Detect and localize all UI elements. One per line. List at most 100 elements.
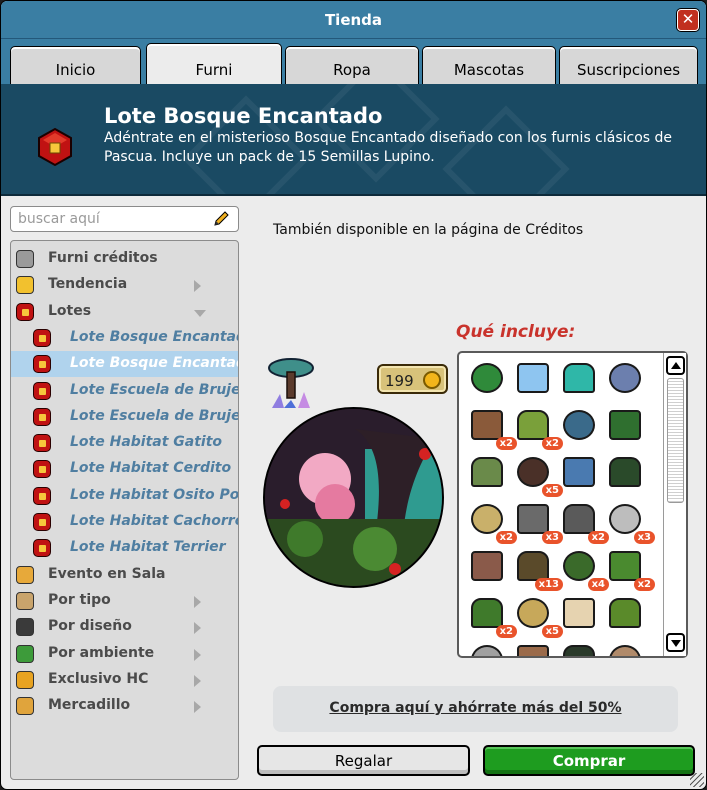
window-title: Tienda (324, 11, 383, 29)
included-item[interactable] (557, 451, 603, 497)
category-item[interactable]: Por ambiente (11, 641, 238, 667)
category-item[interactable]: Evento en Sala (11, 562, 238, 588)
included-item[interactable]: x2 (465, 498, 517, 544)
included-item[interactable]: x2 (603, 545, 655, 591)
category-item[interactable]: Lote Bosque Encantado (11, 351, 238, 378)
buy-button[interactable]: Comprar (483, 745, 695, 776)
tab-mascotas[interactable]: Mascotas (422, 46, 556, 84)
beetle-chair-icon (471, 551, 503, 581)
included-item[interactable]: x2 (465, 592, 517, 638)
furniture-type-icon (16, 591, 34, 610)
category-item[interactable]: Lote Bosque Encantado (11, 325, 238, 351)
tab-furni[interactable]: Furni (146, 43, 282, 84)
category-item[interactable]: Lote Habitat Osito Polar (11, 483, 238, 509)
included-items-grid[interactable]: x2 x2 x5 x2 x3 x2 x3 x13 x4 x2 x2 x5 (457, 351, 688, 658)
category-label: Lote Habitat Cerdito (70, 460, 232, 477)
included-item[interactable] (465, 451, 511, 497)
category-item[interactable]: Exclusivo HC (11, 667, 238, 693)
hay-tile-icon (517, 598, 549, 628)
included-item[interactable]: x2 (557, 498, 609, 544)
promo-link[interactable]: Compra aquí y ahórrate más del 50% (273, 700, 678, 716)
included-item[interactable] (465, 545, 511, 591)
chevron-right-icon[interactable] (194, 674, 201, 687)
category-list[interactable]: Furni créditos Tendencia Lotes Lote Bosque … (10, 240, 239, 780)
included-item[interactable] (603, 639, 649, 656)
teal-floor-tile-icon (563, 363, 595, 393)
included-item[interactable] (465, 639, 511, 656)
included-item[interactable] (511, 639, 557, 656)
included-item[interactable] (511, 357, 557, 403)
included-item[interactable]: x3 (603, 498, 655, 544)
pine-tree-icon (609, 410, 641, 440)
included-item[interactable] (603, 357, 649, 403)
pencil-icon[interactable] (212, 210, 230, 228)
scroll-up-button[interactable] (666, 356, 685, 375)
category-item[interactable]: Lote Habitat Terrier (11, 535, 238, 561)
tab-bar: Inicio Furni Ropa Mascotas Suscripciones (1, 39, 706, 84)
category-item[interactable]: Lote Habitat Cachorro (11, 509, 238, 535)
search-field[interactable]: buscar aquí (10, 206, 239, 232)
category-label: Exclusivo HC (48, 670, 149, 687)
category-label: Lote Escuela de Brujería (70, 381, 238, 398)
category-item[interactable]: Por tipo (11, 588, 238, 614)
bundle-box-icon (33, 460, 51, 479)
bundle-box-icon (33, 355, 51, 374)
resize-grip[interactable] (690, 773, 704, 787)
chevron-right-icon[interactable] (194, 280, 201, 293)
included-item[interactable]: x5 (511, 451, 563, 497)
offer-title: Lote Bosque Encantado (104, 104, 383, 128)
category-item[interactable]: Lotes (11, 299, 238, 325)
chevron-right-icon[interactable] (194, 595, 201, 608)
category-item[interactable]: Tendencia (11, 272, 238, 298)
palm-tree-icon (471, 363, 503, 393)
included-item[interactable]: x2 (511, 404, 563, 450)
scroll-down-button[interactable] (666, 633, 685, 652)
gift-button[interactable]: Regalar (257, 745, 470, 776)
included-item[interactable] (557, 592, 603, 638)
included-item[interactable] (603, 451, 649, 497)
category-label: Furni créditos (48, 250, 158, 266)
butterflies-icon (517, 363, 549, 393)
event-icon (16, 565, 34, 584)
marketplace-icon (16, 697, 34, 716)
items-scrollbar[interactable] (663, 353, 686, 656)
tab-inicio[interactable]: Inicio (10, 46, 141, 84)
chevron-right-icon[interactable] (194, 622, 201, 635)
bundle-box-icon (33, 381, 51, 400)
category-item[interactable]: Mercadillo (11, 693, 238, 719)
hedge-icon (471, 598, 503, 628)
included-item[interactable]: x5 (511, 592, 563, 638)
included-item[interactable]: x13 (511, 545, 563, 591)
tab-ropa[interactable]: Ropa (285, 46, 419, 84)
included-item[interactable]: x2 (465, 404, 517, 450)
category-item[interactable]: Lote Escuela de Brujería (11, 404, 238, 430)
scroll-thumb[interactable] (667, 378, 684, 503)
bundle-box-icon (33, 407, 51, 426)
bundle-preview-image (263, 407, 444, 588)
bundle-box-icon (16, 302, 34, 321)
category-item[interactable]: Furni créditos (11, 246, 238, 272)
category-label: Lote Escuela de Brujería (70, 407, 238, 424)
included-item[interactable]: x3 (511, 498, 563, 544)
bundle-box-icon (33, 434, 51, 453)
close-button[interactable]: ✕ (677, 9, 699, 31)
included-item[interactable] (557, 404, 603, 450)
included-item[interactable] (603, 404, 649, 450)
included-item[interactable] (603, 592, 649, 638)
chevron-right-icon[interactable] (194, 701, 201, 714)
category-item[interactable]: Lote Habitat Gatito (11, 430, 238, 456)
included-item[interactable]: x4 (557, 545, 609, 591)
category-item[interactable]: Lote Escuela de Brujería (11, 378, 238, 404)
chevron-right-icon[interactable] (194, 648, 201, 661)
bush-icon (609, 551, 641, 581)
included-item[interactable] (557, 357, 603, 403)
bundle-box-icon (33, 539, 51, 558)
category-item[interactable]: Por diseño (11, 614, 238, 640)
lantern-plant-icon (563, 410, 595, 440)
included-item[interactable] (465, 357, 511, 403)
included-item[interactable] (557, 639, 603, 656)
chevron-down-icon[interactable] (194, 309, 206, 317)
tab-suscripciones[interactable]: Suscripciones (559, 46, 698, 84)
category-item[interactable]: Lote Habitat Cerdito (11, 456, 238, 482)
title-bar[interactable]: Tienda ✕ (1, 1, 706, 39)
